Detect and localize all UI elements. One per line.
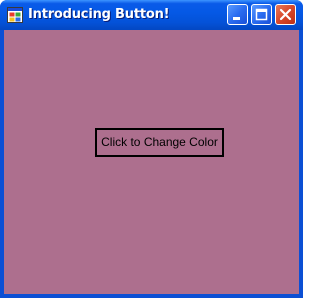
maximize-icon [255, 8, 268, 21]
close-button[interactable] [275, 4, 296, 25]
minimize-icon [233, 17, 240, 20]
app-window-icon[interactable] [7, 7, 23, 23]
title-bar[interactable]: Introducing Button! [0, 0, 303, 30]
close-icon [279, 8, 292, 21]
application-window: Introducing Button! Click to Change Colo… [0, 0, 303, 298]
minimize-button[interactable] [227, 4, 248, 25]
maximize-button[interactable] [251, 4, 272, 25]
change-color-button[interactable]: Click to Change Color [95, 128, 224, 157]
form-client-area: Click to Change Color [4, 30, 299, 294]
window-title: Introducing Button! [28, 7, 170, 22]
